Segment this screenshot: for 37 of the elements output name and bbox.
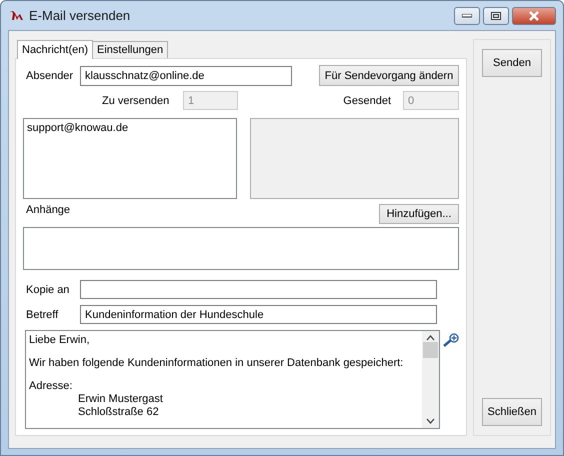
count-field: 1 [183, 91, 238, 110]
close-button[interactable] [512, 7, 556, 25]
send-button[interactable]: Senden [482, 49, 542, 77]
close-button[interactable]: Schließen [482, 398, 542, 426]
change-sender-button[interactable]: Für Sendevorgang ändern [319, 65, 459, 86]
message-line: Wir haben folgende Kundeninformationen in unserer Datenbank gespeichert: [29, 357, 404, 370]
field-label: Betreff [25, 308, 60, 320]
message-line: Erwin Mustergast [78, 393, 163, 405]
field-label: Gesendet [343, 94, 391, 106]
zoom-icon[interactable] [443, 333, 459, 347]
scrollbar[interactable] [422, 331, 439, 428]
tab[interactable]: Einstellungen [92, 41, 168, 58]
field-label: Zu versenden [102, 94, 170, 106]
minimize-icon [462, 14, 472, 18]
scroll-up-icon[interactable] [426, 335, 435, 341]
window-title: E-Mail versenden [29, 8, 130, 23]
field-label: Absender [25, 70, 74, 82]
list-item[interactable]: support@knowau.de [27, 122, 233, 134]
message-line: Liebe Erwin, [29, 334, 91, 347]
app-logo-icon [8, 10, 23, 20]
add-button[interactable]: Hinzufügen... [379, 204, 459, 224]
subject-field[interactable]: Kundeninformation der Hundeschule [80, 305, 437, 324]
section-label: Anhänge [25, 204, 70, 216]
tab[interactable]: Nachricht(en) [17, 40, 94, 59]
count-field: 0 [403, 91, 459, 110]
maximize-icon [491, 12, 501, 20]
scroll-down-icon[interactable] [426, 418, 435, 424]
close-icon [528, 11, 540, 21]
message-line: Schloßstraße 62 [78, 406, 159, 418]
message-field[interactable]: Liebe Erwin, Wir haben folgende Kundeninformationen in unserer Datenbank gespeichert: Adresse: Erwin Mustergast Schloßstraße 62 [25, 330, 440, 429]
message-line: Adresse: [29, 380, 74, 393]
scroll-thumb[interactable] [423, 342, 438, 358]
maximize-button[interactable] [483, 7, 509, 25]
cc-field[interactable] [80, 280, 437, 299]
minimize-button[interactable] [454, 7, 480, 25]
sender-field[interactable]: klausschnatz@online.de [80, 66, 292, 86]
field-label: Kopie an [25, 284, 70, 296]
